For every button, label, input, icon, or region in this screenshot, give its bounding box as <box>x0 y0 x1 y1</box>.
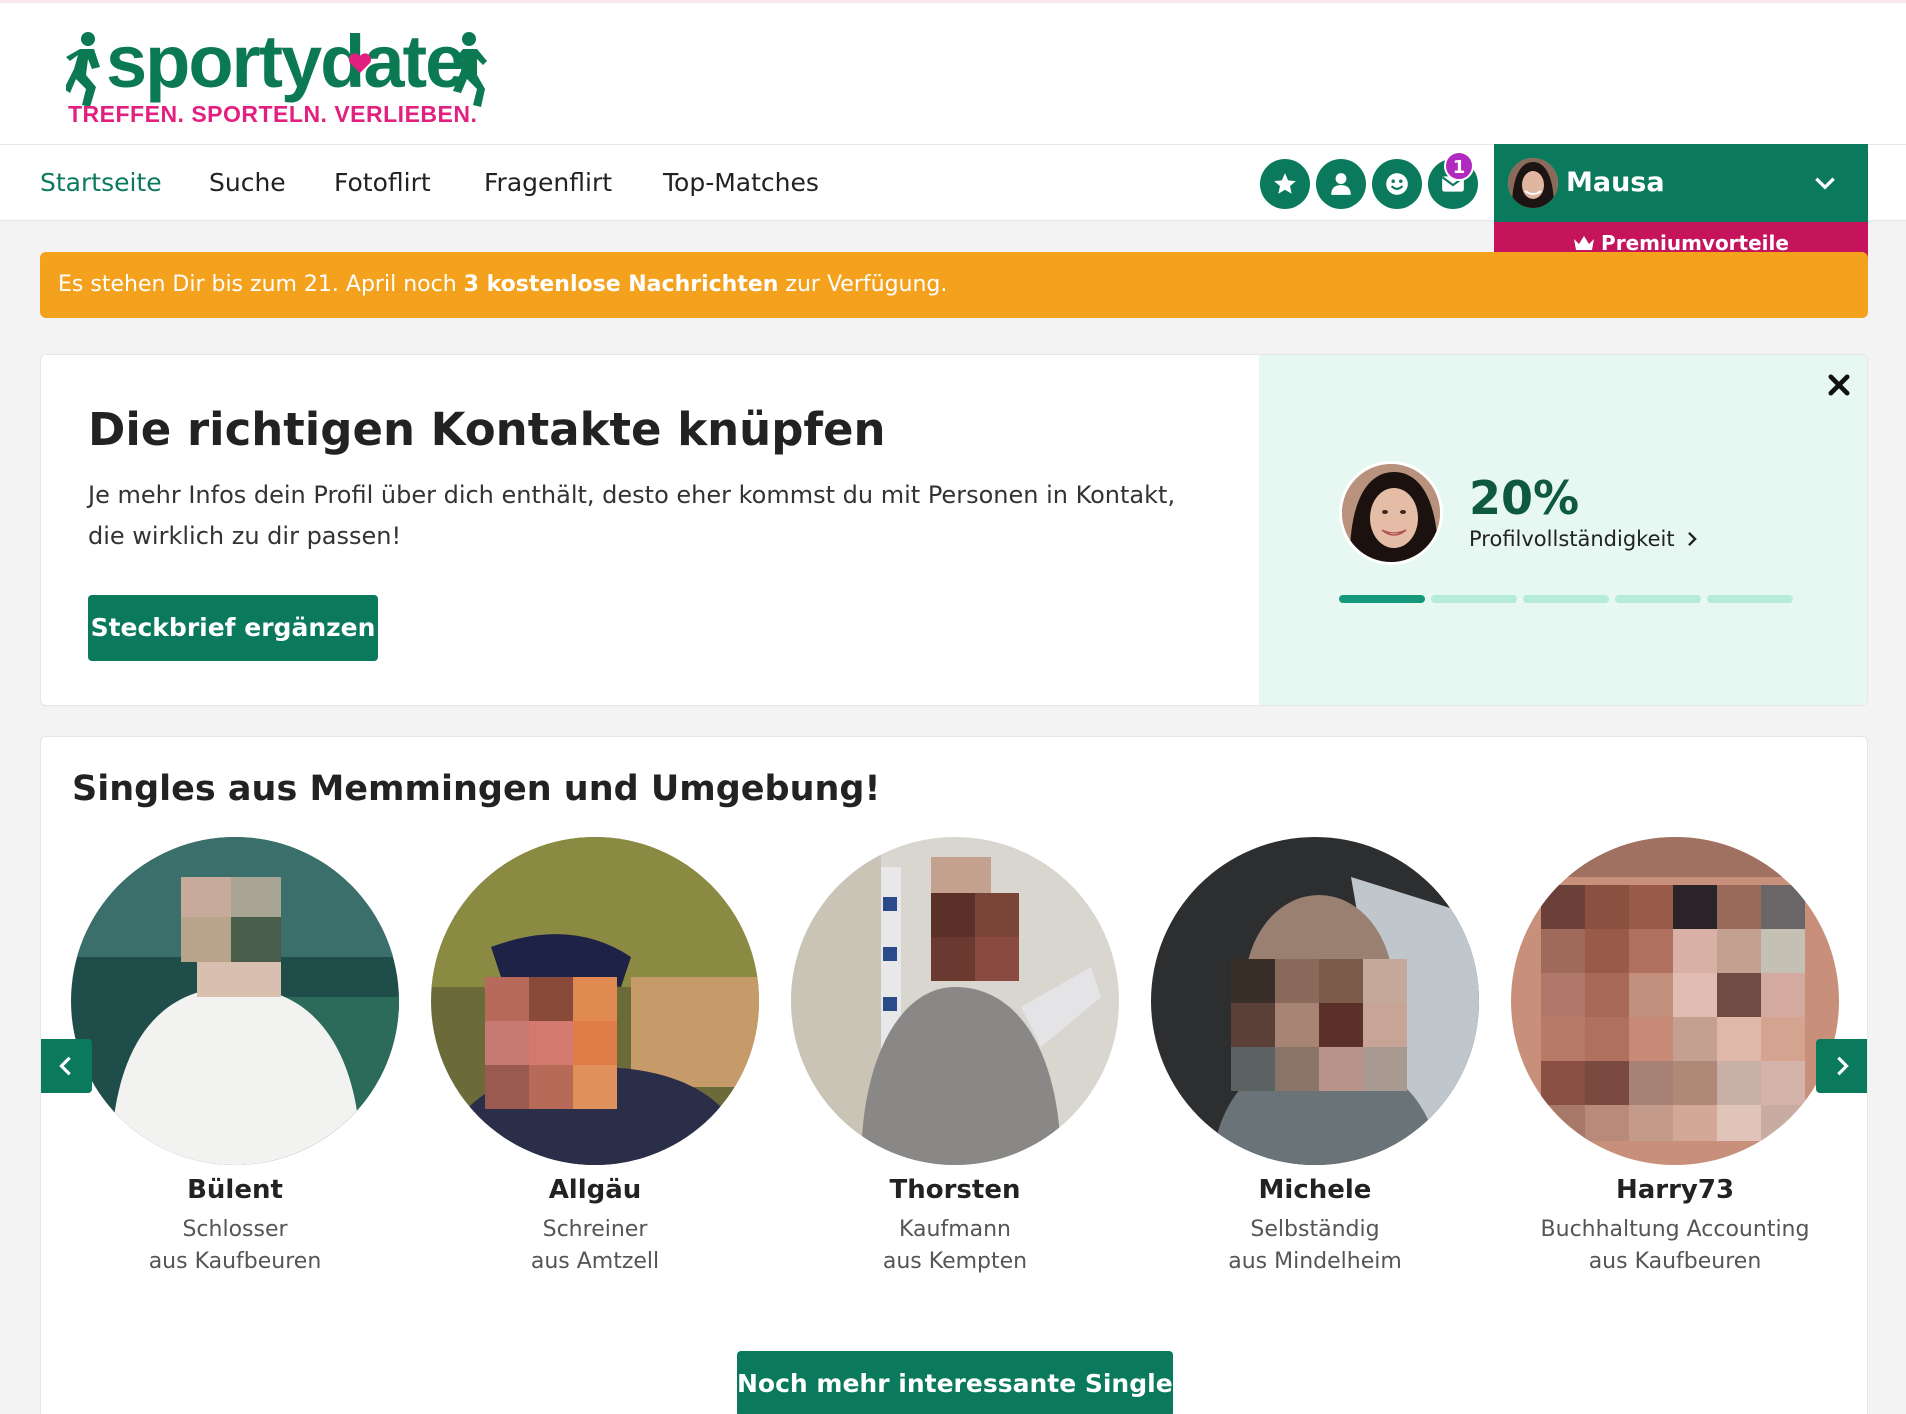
chevron-down-icon <box>1815 177 1835 190</box>
user-menu-toggle[interactable]: Mausa <box>1494 144 1868 222</box>
chevron-right-icon <box>1837 1056 1849 1076</box>
single-name: Michele <box>1258 1175 1372 1205</box>
single-photo <box>1151 837 1479 1165</box>
profile-button[interactable] <box>1316 159 1366 209</box>
section-title: Singles aus Memmingen und Umgebung! <box>72 769 881 809</box>
carousel-prev-button[interactable] <box>41 1039 92 1093</box>
completeness-label: Profilvollständigkeit <box>1469 527 1675 551</box>
logo-wordmark: sportydate <box>106 20 466 103</box>
completeness-value: 20% <box>1469 471 1580 525</box>
completeness-link[interactable]: Profilvollständigkeit <box>1469 527 1698 551</box>
single-job: Buchhaltung Accounting <box>1540 1217 1810 1242</box>
profile-completion-card: Die richtigen Kontakte knüpfen Je mehr I… <box>40 354 1868 706</box>
logo-slogan: TREFFEN. SPORTELN. VERLIEBEN. <box>68 101 478 127</box>
single-name: Allgäu <box>548 1175 642 1205</box>
runner-icon <box>66 32 100 107</box>
chevron-right-icon <box>1688 531 1698 547</box>
card-text: Je mehr Infos dein Profil über dich enth… <box>88 481 1176 550</box>
card-title: Die richtigen Kontakte knüpfen <box>88 403 886 456</box>
single-photo <box>791 837 1119 1165</box>
runner-female-icon <box>453 32 487 107</box>
single-job: Kaufmann <box>898 1217 1011 1242</box>
alert-suffix: zur Verfügung. <box>778 272 948 297</box>
single-city: aus Kempten <box>882 1249 1028 1274</box>
avatar <box>1508 158 1558 208</box>
star-icon <box>1274 173 1296 194</box>
progress-segment <box>1523 595 1609 603</box>
nav-item-startseite[interactable]: Startseite <box>40 145 162 221</box>
favorites-button[interactable] <box>1260 159 1310 209</box>
profile-avatar <box>1339 461 1443 565</box>
header: sportydate TREFFEN. SPORTELN. VERLIEBEN. <box>0 3 1906 145</box>
profile-completeness-panel: 20% Profilvollständigkeit <box>1259 355 1867 705</box>
single-job: Selbständig <box>1250 1217 1380 1242</box>
single-city: aus Kaufbeuren <box>1588 1249 1762 1274</box>
user-icon <box>1331 173 1351 195</box>
crown-icon <box>1574 236 1595 250</box>
single-city: aus Mindelheim <box>1228 1249 1402 1274</box>
single-city: aus Amtzell <box>530 1249 660 1274</box>
alert-prefix: Es stehen Dir bis zum 21. April noch <box>58 272 464 297</box>
heart-icon <box>348 53 372 73</box>
message-count-badge: 1 <box>1444 151 1474 181</box>
chevron-left-icon <box>59 1056 71 1076</box>
logo[interactable]: sportydate TREFFEN. SPORTELN. VERLIEBEN. <box>66 25 496 135</box>
single-card[interactable]: Thorsten Kaufmann aus Kempten <box>775 837 1135 1297</box>
nav-item-top-matches[interactable]: Top-Matches <box>663 145 819 221</box>
progress-segment <box>1339 595 1425 603</box>
nav-item-fragenflirt[interactable]: Fragenflirt <box>484 145 612 221</box>
single-job: Schreiner <box>542 1217 648 1242</box>
carousel-next-button[interactable] <box>1816 1039 1867 1093</box>
single-card[interactable]: Allgäu Schreiner aus Amtzell <box>415 837 775 1297</box>
user-name: Mausa <box>1566 167 1665 198</box>
single-name: Bülent <box>187 1175 283 1205</box>
single-job: Schlosser <box>182 1217 288 1242</box>
complete-profile-button[interactable]: Steckbrief ergänzen <box>88 595 378 661</box>
progress-segment <box>1431 595 1517 603</box>
single-card[interactable]: Harry73 Buchhaltung Accounting aus Kaufb… <box>1495 837 1855 1297</box>
single-name: Harry73 <box>1615 1175 1735 1205</box>
single-photo <box>431 837 759 1165</box>
single-photo <box>71 837 399 1165</box>
smiley-button[interactable] <box>1372 159 1422 209</box>
free-messages-alert: Es stehen Dir bis zum 21. April noch 3 k… <box>40 252 1868 318</box>
completeness-progress <box>1339 595 1793 603</box>
singles-card: Singles aus Memmingen und Umgebung! Büle… <box>40 736 1868 1414</box>
progress-segment <box>1615 595 1701 603</box>
alert-highlight: 3 kostenlose Nachrichten <box>463 272 779 297</box>
single-photo <box>1511 837 1839 1165</box>
single-card[interactable]: Bülent Schlosser aus Kaufbeuren <box>55 837 415 1297</box>
nav-item-fotoflirt[interactable]: Fotoflirt <box>334 145 431 221</box>
single-card[interactable]: Michele Selbständig aus Mindelheim <box>1135 837 1495 1297</box>
more-singles-button[interactable]: Noch mehr interessante Singles <box>737 1351 1188 1414</box>
single-city: aus Kaufbeuren <box>148 1249 322 1274</box>
progress-segment <box>1707 595 1793 603</box>
close-icon[interactable] <box>1825 371 1853 399</box>
nav-item-suche[interactable]: Suche <box>209 145 286 221</box>
smiley-icon <box>1386 173 1408 195</box>
single-name: Thorsten <box>889 1175 1021 1205</box>
